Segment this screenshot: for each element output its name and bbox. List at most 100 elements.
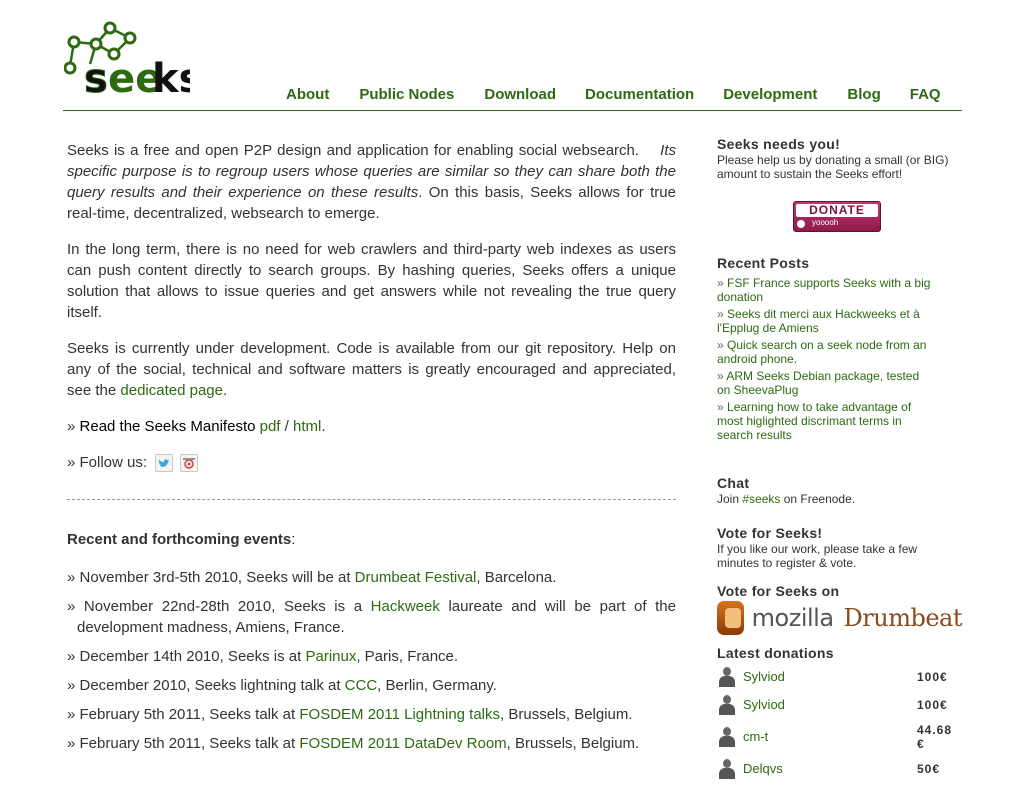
donations-list: Sylviod 100€ Sylviod 100€ cm-t 44.68 € D… [717,666,962,780]
post-item: » Quick search on a seek node from an an… [717,338,932,366]
event-item: » February 5th 2011, Seeks talk at FOSDE… [67,733,676,754]
event-location: , Barcelona. [476,569,557,586]
event-text: » November 3rd-5th 2010, Seeks will be a… [67,569,355,586]
donation-amount: 100€ [917,670,948,684]
event-item: » November 3rd-5th 2010, Seeks will be a… [67,567,676,588]
longterm-paragraph: In the long term, there is no need for w… [67,241,676,321]
nav-faq[interactable]: FAQ [910,86,941,103]
events-title-text: Recent and forthcoming events [67,531,292,548]
chat-pre: Join [717,492,743,506]
recent-posts-heading: Recent Posts [717,255,810,271]
person-icon [717,667,737,687]
latest-donations-heading: Latest donations [717,645,834,661]
nav-about[interactable]: About [286,86,329,103]
donation-row: Delqvs 50€ [717,758,962,780]
drumbeat-badge-icon [717,601,744,635]
nav-blog[interactable]: Blog [847,86,880,103]
dedicated-page-link[interactable]: dedicated page [120,382,223,399]
donor-name[interactable]: Sylviod [743,670,917,684]
event-link-drumbeat[interactable]: Drumbeat Festival [355,569,477,586]
event-text: » November 22nd-28th 2010, Seeks is a [67,598,371,615]
intro-paragraph: Seeks is a free and open P2P design and … [67,140,676,224]
donor-name[interactable]: Sylviod [743,698,917,712]
person-icon [717,695,737,715]
post-item: » Learning how to take advantage of most… [717,400,932,442]
event-item: » December 2010, Seeks lightning talk at… [67,675,676,696]
mozilla-wordmark: mozilla [751,604,834,632]
raquo-icon: » [717,400,728,414]
svg-text:ks: ks [152,56,190,98]
seeks-logo-graphic: s ee ks [63,21,202,103]
donation-row: cm-t 44.68 € [717,722,962,752]
event-link-fosdem-datadev[interactable]: FOSDEM 2011 DataDev Room [299,735,506,752]
raquo-icon: » [717,307,728,321]
section-divider [67,499,676,500]
donor-name[interactable]: cm-t [743,730,917,744]
recent-posts-list: » FSF France supports Seeks with a big d… [717,276,932,442]
event-text: » December 14th 2010, Seeks is at [67,648,306,665]
event-location: , Berlin, Germany. [377,677,497,694]
raquo-icon: » [717,338,728,352]
post-link[interactable]: Quick search on a seek node from an andr… [717,338,926,366]
donation-amount: 100€ [917,698,948,712]
nav-development[interactable]: Development [723,86,817,103]
event-link-hackweek[interactable]: Hackweek [371,598,440,615]
follow-label: » Follow us: [67,454,148,471]
manifesto-end: . [321,418,326,435]
event-item: » February 5th 2011, Seeks talk at FOSDE… [67,704,676,725]
nav-download[interactable]: Download [484,86,556,103]
donate-sublabel: yooooh [812,218,839,227]
manifesto-html-link[interactable]: html [293,418,321,435]
coin-icon [797,220,805,228]
drumbeat-wordmark: Drumbeat [843,604,963,632]
main-content: Seeks is a free and open P2P design and … [67,140,676,488]
events-list: » November 3rd-5th 2010, Seeks will be a… [67,567,676,762]
donation-amount: 44.68 € [917,723,953,751]
event-item: » December 14th 2010, Seeks is at Parinu… [67,646,676,667]
irc-channel-link[interactable]: #seeks [742,492,780,506]
event-link-fosdem-lightning[interactable]: FOSDEM 2011 Lightning talks [299,706,500,723]
identica-icon[interactable] [180,453,199,472]
development-paragraph: Seeks is currently under development. Co… [67,338,676,401]
vote-heading: Vote for Seeks! [717,525,823,541]
donation-row: Sylviod 100€ [717,666,962,688]
manifesto-separator: / [280,418,293,435]
post-link[interactable]: Seeks dit merci aux Hackweeks et à l'Epp… [717,307,920,335]
event-text: » February 5th 2011, Seeks talk at [67,706,300,723]
post-link[interactable]: FSF France supports Seeks with a big don… [717,276,930,304]
donate-label: DONATE [796,204,878,217]
seeks-logo[interactable]: s ee ks [63,20,202,103]
nav-documentation[interactable]: Documentation [585,86,694,103]
event-text: » December 2010, Seeks lightning talk at [67,677,345,694]
vote-on-heading: Vote for Seeks on [717,583,840,599]
post-link[interactable]: ARM Seeks Debian package, tested on Shee… [717,369,919,397]
mozilla-drumbeat-banner[interactable]: mozilla Drumbeat [717,601,963,635]
needs-you-text: Please help us by donating a small (or B… [717,153,949,181]
post-item: » Seeks dit merci aux Hackweeks et à l'E… [717,307,932,335]
sidebar: Seeks needs you! Please help us by donat… [717,136,963,786]
event-link-parinux[interactable]: Parinux [305,648,356,665]
svg-text:s: s [84,56,108,98]
donor-name[interactable]: Delqvs [743,762,917,776]
person-icon [717,727,737,747]
manifesto-label: Read the Seeks Manifesto [79,418,256,435]
events-title-colon: : [291,531,296,548]
events-heading: Recent and forthcoming events: [67,531,295,548]
twitter-icon[interactable] [155,453,174,472]
event-link-ccc[interactable]: CCC [345,677,378,694]
manifesto-prefix: » [67,418,80,435]
donate-button[interactable]: DONATE yooooh [793,201,881,232]
post-link[interactable]: Learning how to take advantage of most h… [717,400,911,442]
person-icon [717,759,737,779]
manifesto-pdf-link[interactable]: pdf [260,418,281,435]
development-end: . [222,382,228,399]
needs-you-heading: Seeks needs you! [717,136,841,152]
chat-text: Join #seeks on Freenode. [717,492,962,506]
event-text: » February 5th 2011, Seeks talk at [67,735,300,752]
vote-text: If you like our work, please take a few … [717,542,918,570]
chat-post: on Freenode. [780,492,856,506]
chat-heading: Chat [717,475,750,491]
donation-row: Sylviod 100€ [717,694,962,716]
event-location: , Paris, France. [356,648,459,665]
nav-public-nodes[interactable]: Public Nodes [359,86,454,103]
